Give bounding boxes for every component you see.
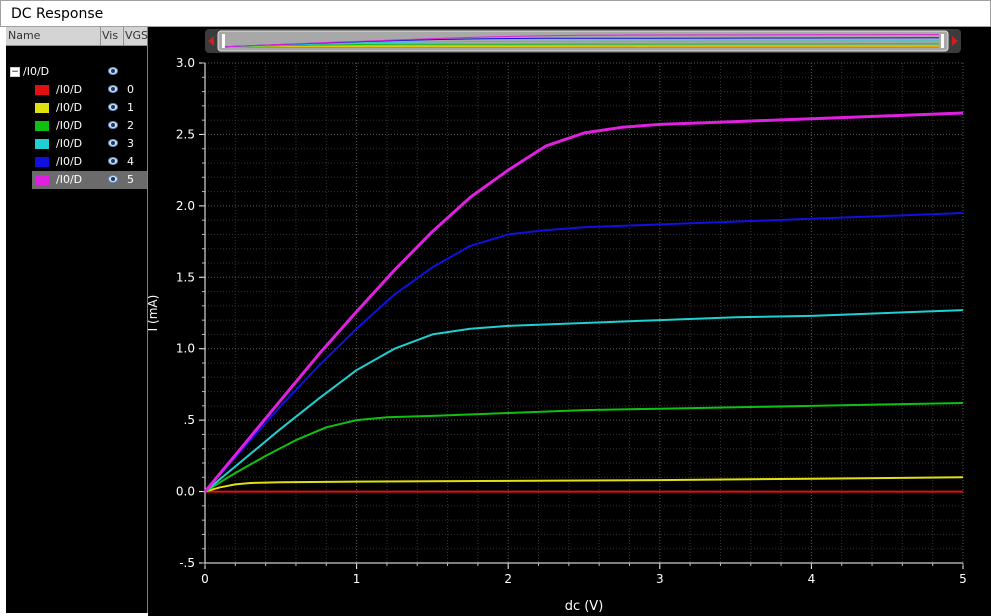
signal-browser-panel: Name Vis VGS −/I0/D/I0/D 0/I0/D 1/I0/D 2/I0… (6, 27, 148, 613)
collapse-icon[interactable]: − (10, 67, 20, 77)
x-tick-label: 2 (504, 572, 512, 586)
x-axis-label: dc (V) (565, 599, 604, 614)
y-tick-label: 1.5 (176, 270, 195, 284)
tree-signal-row[interactable]: /I0/D 2 (6, 117, 147, 135)
column-name-header[interactable]: Name (8, 29, 40, 42)
y-tick-label: .5 (184, 413, 195, 427)
vgs-value: 4 (127, 155, 134, 168)
tree-signal-row[interactable]: /I0/D 1 (6, 99, 147, 117)
vgs-value: 3 (127, 137, 134, 150)
tree-parent-signal[interactable]: −/I0/D (6, 63, 147, 81)
visibility-eye-icon[interactable] (108, 175, 118, 183)
visibility-eye-icon[interactable] (108, 85, 118, 93)
visibility-eye-icon[interactable] (108, 121, 118, 129)
signal-name: /I0/D (56, 137, 83, 150)
series-line-vgs-1[interactable] (204, 476, 964, 493)
y-axis-label: I (mA) (148, 295, 160, 332)
vgs-value: 5 (127, 173, 134, 186)
y-tick-label: -.5 (179, 556, 195, 570)
y-tick-label: 1.0 (176, 342, 195, 356)
tree-signal-row[interactable]: /I0/D 4 (6, 153, 147, 171)
tree-signal-row[interactable]: /I0/D 5 (32, 171, 147, 189)
visibility-eye-icon[interactable] (108, 103, 118, 111)
color-swatch (35, 85, 49, 95)
color-swatch (35, 157, 49, 167)
column-header: Name Vis VGS (6, 27, 148, 46)
signal-name: /I0/D (56, 173, 83, 186)
signal-name: /I0/D (56, 119, 83, 132)
y-tick-label: 0.0 (176, 485, 195, 499)
x-tick-label: 0 (201, 572, 209, 586)
color-swatch (35, 121, 49, 131)
signal-name: /I0/D (56, 83, 83, 96)
color-swatch (35, 103, 49, 113)
dc-response-chart: -.5 0.0 .5 1.0 1.5 2.0 2.5 3.0 0 1 2 3 4 5 dc (V) I (… (148, 56, 967, 614)
series-line-vgs-3[interactable] (204, 309, 964, 493)
vgs-value: 2 (127, 119, 134, 132)
visibility-eye-icon[interactable] (108, 157, 118, 165)
y-tick-label: 2.0 (176, 199, 195, 213)
tree-signal-row[interactable]: /I0/D 0 (6, 81, 147, 99)
vgs-value: 0 (127, 83, 134, 96)
window-titlebar: DC Response (0, 0, 991, 27)
x-tick-label: 5 (959, 572, 967, 586)
column-divider[interactable] (100, 27, 101, 45)
column-divider[interactable] (123, 27, 124, 45)
tree-signal-row[interactable]: /I0/D 3 (6, 135, 147, 153)
signal-name: /I0/D (23, 65, 50, 78)
column-vis-header[interactable]: Vis (102, 29, 118, 42)
color-swatch (35, 139, 49, 149)
visibility-eye-icon[interactable] (108, 139, 118, 147)
column-vgs-header[interactable]: VGS (125, 29, 148, 42)
y-tick-label: 2.5 (176, 127, 195, 141)
signal-name: /I0/D (56, 155, 83, 168)
signal-name: /I0/D (56, 101, 83, 114)
vgs-value: 1 (127, 101, 134, 114)
window-title: DC Response (11, 6, 104, 22)
axes: -.5 0.0 .5 1.0 1.5 2.0 2.5 3.0 0 1 2 3 4 5 (176, 56, 967, 586)
visibility-eye-icon[interactable] (108, 67, 118, 75)
x-tick-label: 1 (353, 572, 361, 586)
y-tick-label: 3.0 (176, 56, 195, 70)
x-tick-label: 4 (808, 572, 816, 586)
grid (204, 62, 964, 564)
x-tick-label: 3 (656, 572, 664, 586)
color-swatch (35, 175, 49, 185)
